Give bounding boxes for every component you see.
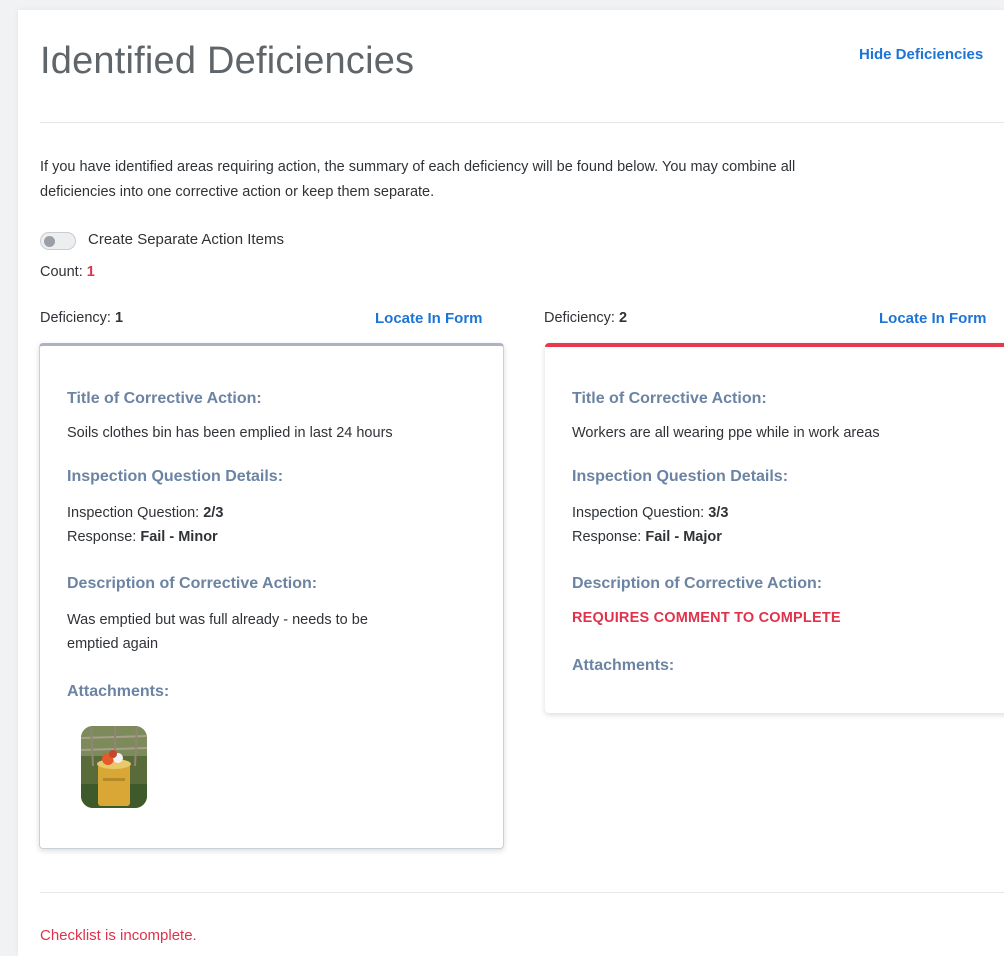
- response-label: Response:: [572, 529, 642, 545]
- response-value: Fail - Minor: [140, 529, 218, 545]
- count-label: Count:: [40, 264, 83, 280]
- attachments-heading: Attachments:: [67, 683, 170, 700]
- title-heading: Title of Corrective Action:: [572, 390, 767, 407]
- intro-line-1: If you have identified areas requiring a…: [40, 159, 796, 175]
- response: Response: Fail - Minor: [67, 525, 218, 549]
- title-heading: Title of Corrective Action:: [67, 390, 262, 407]
- description-line-1: Was emptied but was full already - needs…: [67, 612, 368, 628]
- count-line: Count: 1: [40, 264, 95, 280]
- deficiency-card-1: Title of Corrective Action: Soils clothe…: [39, 343, 504, 849]
- description-heading: Description of Corrective Action:: [67, 575, 318, 592]
- trash-bin-photo-icon: [81, 726, 147, 808]
- footer-divider: [40, 892, 1004, 893]
- response: Response: Fail - Major: [572, 525, 722, 549]
- deficiency-1-header: Deficiency: 1: [40, 310, 123, 326]
- deficiency-number: 2: [618, 310, 628, 326]
- response-label: Response:: [67, 529, 137, 545]
- deficiency-label: Deficiency:: [40, 310, 111, 326]
- intro-line-2: deficiencies into one corrective action …: [40, 184, 435, 200]
- locate-in-form-link-2[interactable]: Locate In Form: [879, 310, 987, 327]
- header-divider: [40, 122, 1004, 123]
- details-heading: Inspection Question Details:: [67, 468, 284, 485]
- corrective-action-title: Workers are all wearing ppe while in wor…: [572, 425, 880, 441]
- hide-deficiencies-link[interactable]: Hide Deficiencies: [859, 46, 983, 63]
- separate-action-items-toggle[interactable]: [40, 232, 76, 250]
- inspection-question: Inspection Question: 2/3: [67, 501, 223, 525]
- deficiency-card-2: Title of Corrective Action: Workers are …: [545, 343, 1004, 713]
- question-label: Inspection Question:: [67, 505, 200, 521]
- deficiency-2-header: Deficiency: 2: [544, 310, 627, 326]
- page-title: Identified Deficiencies: [40, 40, 415, 82]
- corrective-action-title: Soils clothes bin has been emplied in la…: [67, 425, 393, 441]
- count-value: 1: [86, 264, 95, 280]
- toggle-knob: [44, 236, 55, 247]
- locate-in-form-link-1[interactable]: Locate In Form: [375, 310, 483, 327]
- deficiencies-panel: Identified Deficiencies Hide Deficiencie…: [18, 10, 1004, 956]
- attachments-heading: Attachments:: [572, 657, 675, 674]
- description-line-2: emptied again: [67, 636, 159, 652]
- details-heading: Inspection Question Details:: [572, 468, 789, 485]
- question-value: 2/3: [203, 505, 224, 521]
- toggle-label: Create Separate Action Items: [88, 231, 284, 248]
- checklist-incomplete-status: Checklist is incomplete.: [40, 927, 197, 944]
- description-heading: Description of Corrective Action:: [572, 575, 823, 592]
- intro-text: If you have identified areas requiring a…: [40, 155, 990, 205]
- question-label: Inspection Question:: [572, 505, 705, 521]
- deficiency-number: 1: [114, 310, 124, 326]
- question-value: 3/3: [708, 505, 729, 521]
- inspection-question: Inspection Question: 3/3: [572, 501, 728, 525]
- requires-comment-warning: REQUIRES COMMENT TO COMPLETE: [572, 610, 841, 626]
- attachment-thumbnail[interactable]: [81, 726, 147, 808]
- response-value: Fail - Major: [645, 529, 722, 545]
- deficiency-label: Deficiency:: [544, 310, 615, 326]
